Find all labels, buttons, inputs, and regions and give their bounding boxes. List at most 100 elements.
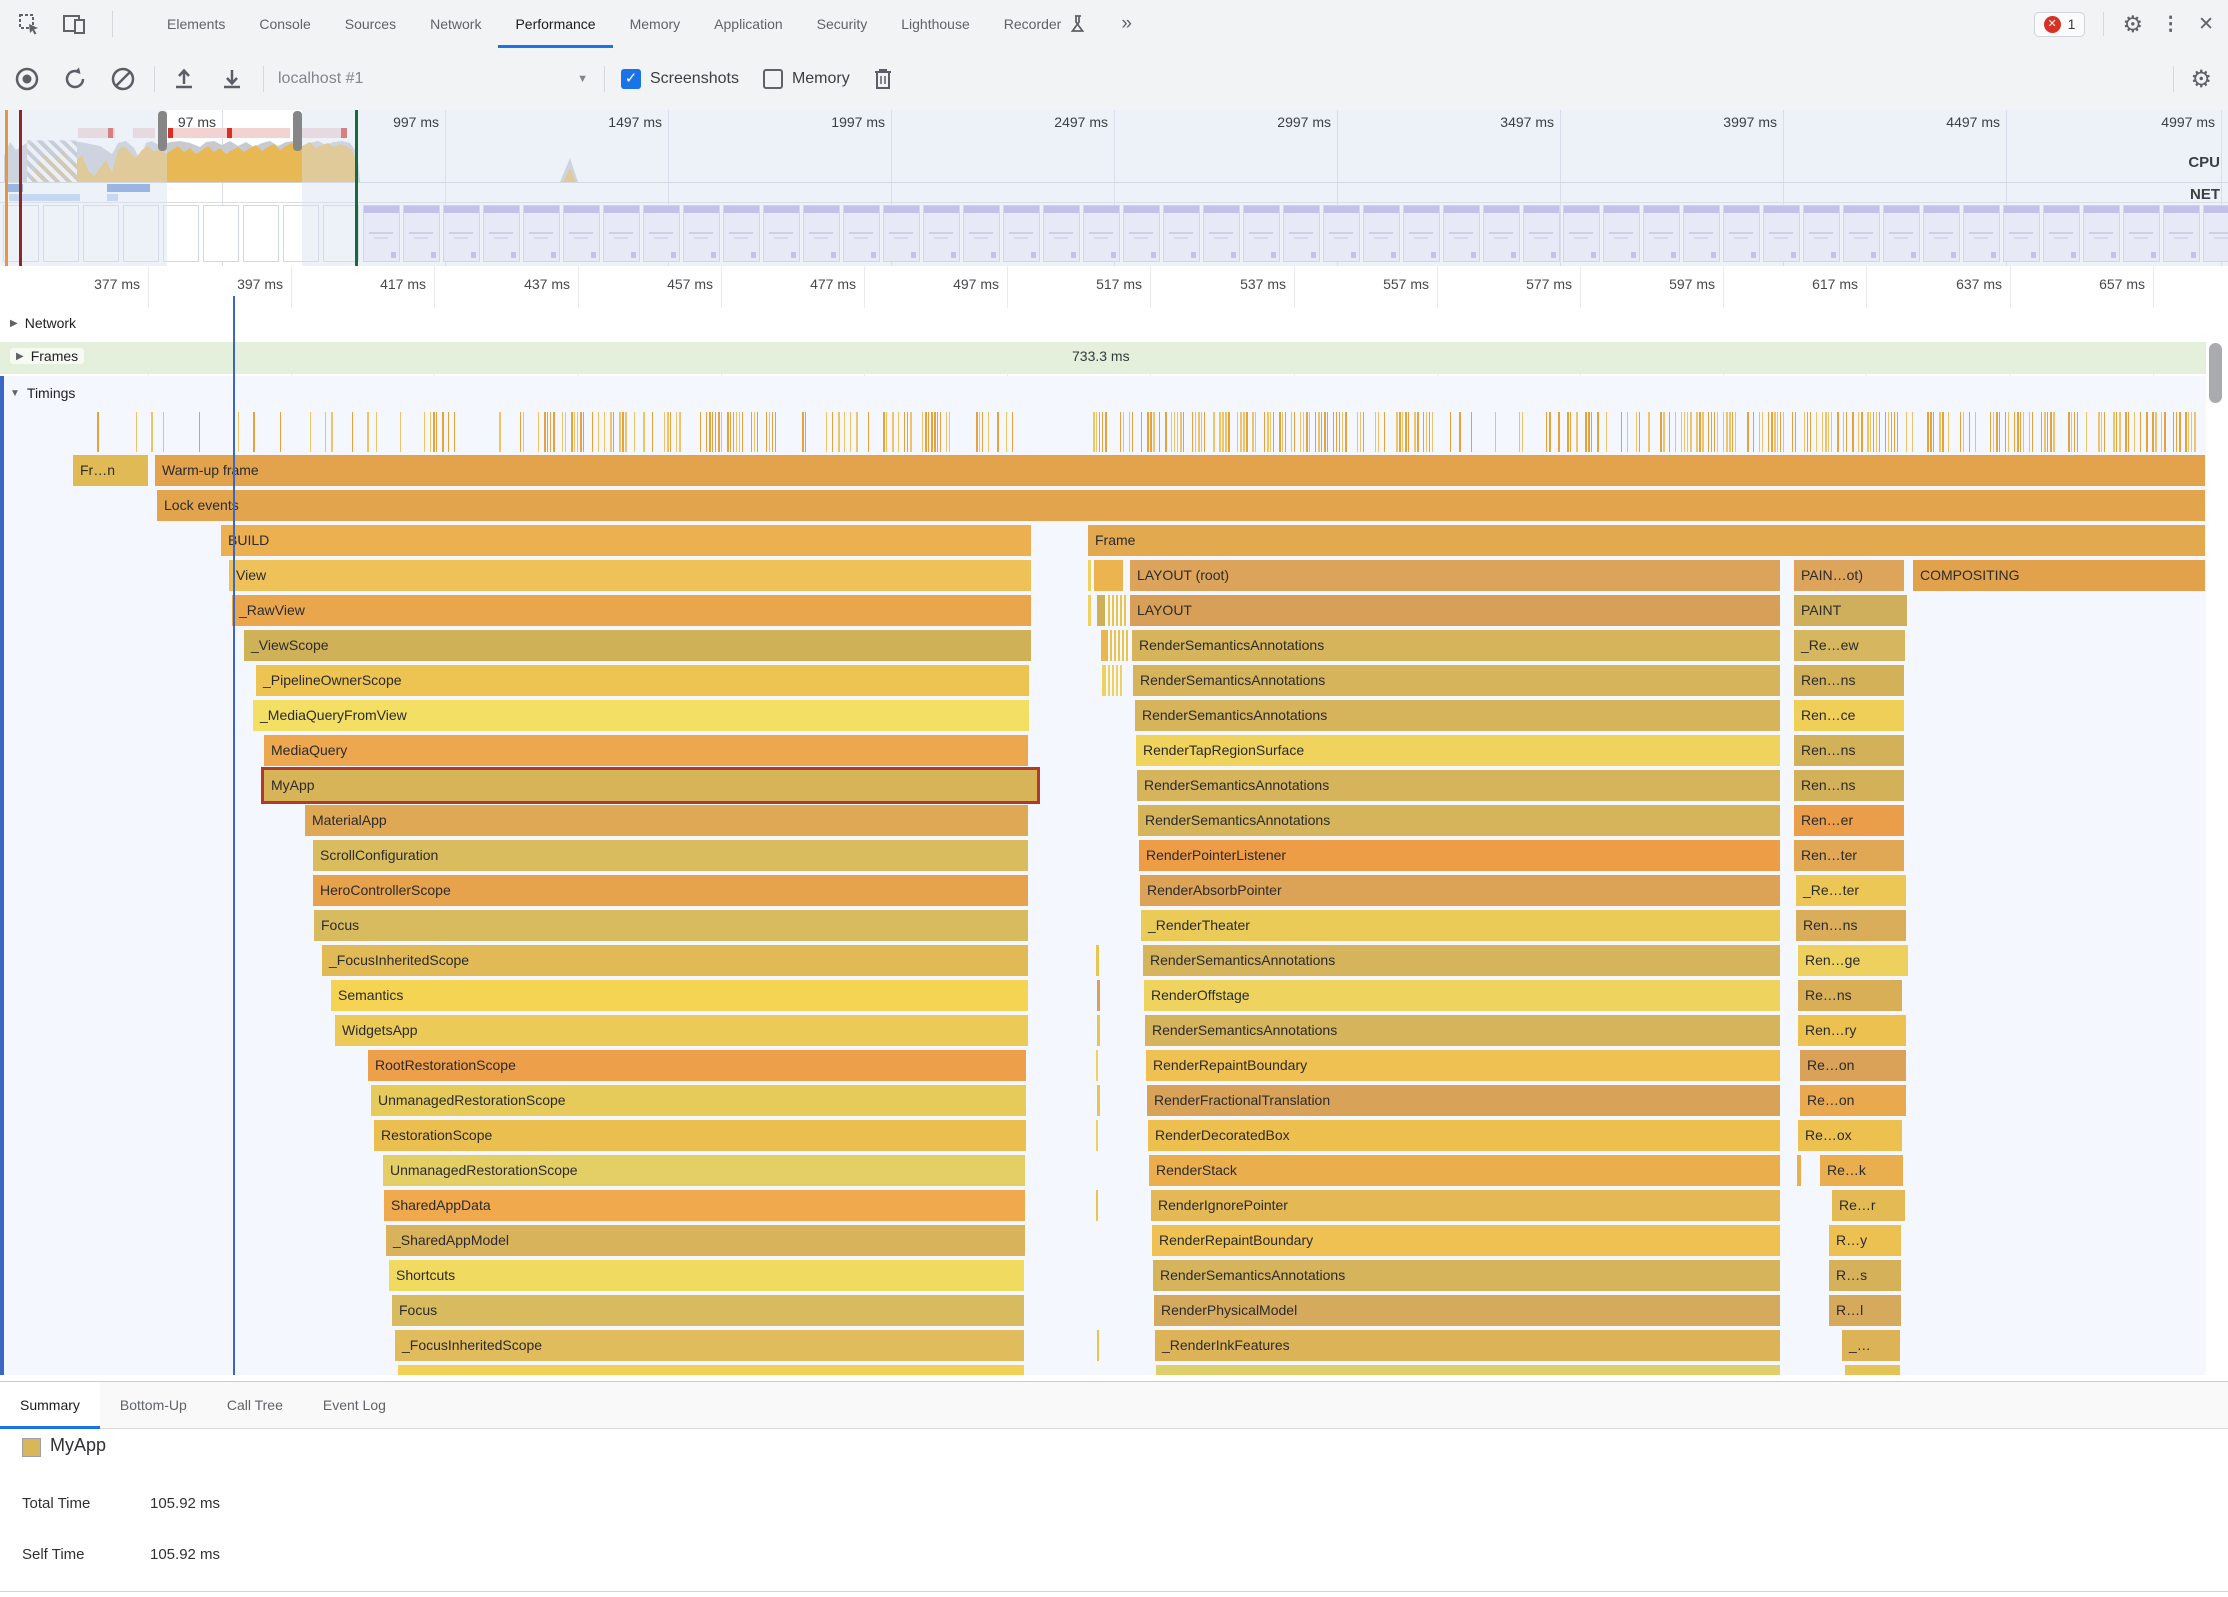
flame-event-rendersemanticsannotations[interactable]: RenderSemanticsAnnotations [1153,1260,1780,1291]
details-tab-event-log[interactable]: Event Log [303,1382,406,1428]
tab-lighthouse[interactable]: Lighthouse [884,0,987,48]
flame-event-sliver[interactable] [1116,595,1118,626]
flame-event-sliver[interactable] [1124,595,1126,626]
flame-event-renderrepaintboundary[interactable]: RenderRepaintBoundary [1146,1050,1780,1081]
error-badge[interactable]: ✕ 1 [2034,12,2086,37]
target-selector[interactable]: localhost #1 ▼ [278,70,588,88]
flame-event-sliver[interactable] [1110,630,1112,661]
flame-event-ren-ns[interactable]: Ren…ns [1794,665,1904,696]
flame-event-re-on[interactable]: Re…on [1800,1050,1906,1081]
flame-event-renderoffstage[interactable]: RenderOffstage [1144,980,1780,1011]
tab-console[interactable]: Console [242,0,327,48]
flame-event-rendertheater[interactable]: _RenderTheater [1141,910,1780,941]
clear-button[interactable] [106,62,140,96]
flame-event-sliver[interactable] [1097,595,1105,626]
flame-event-rendersemanticsannotations[interactable]: RenderSemanticsAnnotations [1132,630,1780,661]
screenshots-checkbox[interactable]: ✓ Screenshots [621,69,739,89]
flame-event-build[interactable]: BUILD [221,525,1031,556]
capture-settings-gear-icon[interactable]: ⚙ [2190,65,2212,94]
flame-event-sliver[interactable] [1116,665,1118,696]
flame-event-sliver[interactable] [1108,665,1110,696]
flame-event-frame[interactable]: Frame [1088,525,2205,556]
flame-event-materialapp[interactable]: MaterialApp [305,805,1028,836]
selection-handle-left[interactable] [158,111,167,151]
flame-event-rootrestorationscope[interactable]: RootRestorationScope [368,1050,1026,1081]
flame-event-ren-ns[interactable]: Ren…ns [1794,770,1904,801]
load-profile-icon[interactable] [167,62,201,96]
flame-event-scrollconfiguration[interactable]: ScrollConfiguration [313,840,1028,871]
flame-event-sliver[interactable] [1112,665,1114,696]
flame-event-view[interactable]: View [229,560,1031,591]
flame-event-compositing[interactable]: COMPOSITING [1913,560,2205,591]
tab-recorder[interactable]: Recorder [987,0,1105,48]
flame-event-renderinkfeatures[interactable]: _RenderInkFeatures [1155,1330,1780,1361]
flame-event-viewscope[interactable]: _ViewScope [244,630,1031,661]
flame-event-sliver[interactable] [1102,665,1106,696]
timeline-overview[interactable]: 97 ms997 ms1497 ms1997 ms2497 ms2997 ms3… [0,110,2228,267]
flame-event-sliver[interactable] [1097,980,1100,1011]
flame-event-mediaqueryfromview[interactable]: _MediaQueryFromView [253,700,1029,731]
flame-event-sliver[interactable] [1126,630,1128,661]
flame-event-ren-ce[interactable]: Ren…ce [1794,700,1904,731]
save-profile-icon[interactable] [215,62,249,96]
record-button[interactable] [10,62,44,96]
flame-event-r-s[interactable]: R…s [1829,1260,1901,1291]
flame-event-re-ns[interactable]: Re…ns [1798,980,1902,1011]
flame-event-semantics[interactable]: Semantics [331,980,1028,1011]
flame-event-paint[interactable]: PAINT [1794,595,1907,626]
flame-event-ren-er[interactable]: Ren…er [1794,805,1904,836]
flame-event-sliver[interactable] [1101,630,1108,661]
flame-event-fr-n[interactable]: Fr…n [73,455,148,486]
flame-event-renderfractionaltranslation[interactable]: RenderFractionalTranslation [1147,1085,1780,1116]
flame-event-ren-ter[interactable]: Ren…ter [1794,840,1904,871]
tab-performance[interactable]: Performance [498,0,612,48]
details-tab-call-tree[interactable]: Call Tree [207,1382,303,1428]
flame-event-sliver[interactable] [1845,1365,1900,1375]
flame-event-mediaquery[interactable]: MediaQuery [264,735,1028,766]
tab-memory[interactable]: Memory [613,0,698,48]
flame-event-renderignorepointer[interactable]: RenderIgnorePointer [1151,1190,1780,1221]
kebab-menu-icon[interactable]: ⋮ [2161,13,2180,36]
scrollbar-track[interactable] [2206,266,2228,1375]
flame-event-layout[interactable]: LAYOUT [1130,595,1780,626]
flame-event-r-l[interactable]: R…l [1829,1295,1901,1326]
flame-event-sharedappdata[interactable]: SharedAppData [384,1190,1025,1221]
frames-track[interactable]: ▶ Frames 733.3 ms [0,342,2206,374]
tab-elements[interactable]: Elements [150,0,242,48]
flame-event-sharedappmodel[interactable]: _SharedAppModel [386,1225,1025,1256]
scrollbar-thumb[interactable] [2209,343,2222,403]
flame-event-unmanagedrestorationscope[interactable]: UnmanagedRestorationScope [383,1155,1025,1186]
flame-event-sliver[interactable] [1122,630,1124,661]
details-tab-summary[interactable]: Summary [0,1382,100,1428]
flame-event-ren-ns[interactable]: Ren…ns [1796,910,1906,941]
flame-event-unmanagedrestorationscope[interactable]: UnmanagedRestorationScope [371,1085,1026,1116]
flame-event-renderabsorbpointer[interactable]: RenderAbsorbPointer [1140,875,1780,906]
flame-event-pipelineownerscope[interactable]: _PipelineOwnerScope [256,665,1029,696]
reload-and-record-button[interactable] [58,62,92,96]
flame-event-focusinheritedscope[interactable]: _FocusInheritedScope [395,1330,1024,1361]
flame-event-rendersemanticsannotations[interactable]: RenderSemanticsAnnotations [1133,665,1780,696]
flame-event-[interactable]: _… [1842,1330,1900,1361]
tab-security[interactable]: Security [800,0,885,48]
flame-event-layout-root[interactable]: LAYOUT (root) [1130,560,1780,591]
selection-handle-right[interactable] [293,111,302,151]
flame-event-sliver[interactable] [1097,1085,1100,1116]
flame-event-ren-ge[interactable]: Ren…ge [1798,945,1908,976]
flame-event-rendersemanticsannotations[interactable]: RenderSemanticsAnnotations [1143,945,1780,976]
flame-event-sliver[interactable] [1114,630,1116,661]
flame-event-sliver[interactable] [1096,1120,1098,1151]
flame-event-renderrepaintboundary[interactable]: RenderRepaintBoundary [1152,1225,1780,1256]
flame-event-sliver[interactable] [1108,595,1110,626]
flame-event-sliver[interactable] [1112,595,1114,626]
flame-event-widgetsapp[interactable]: WidgetsApp [335,1015,1028,1046]
disclosure-expanded-icon[interactable]: ▼ [10,388,20,399]
flame-event-sliver[interactable] [1120,595,1122,626]
playhead-line[interactable] [233,296,235,1375]
flame-event-re-ter[interactable]: _Re…ter [1796,875,1906,906]
flame-event-renderphysicalmodel[interactable]: RenderPhysicalModel [1154,1295,1780,1326]
close-icon[interactable]: ✕ [2198,13,2214,36]
more-tabs-chevron[interactable]: » [1104,0,1149,48]
trash-icon[interactable] [866,62,900,96]
flame-event-semantics[interactable]: Semantics [398,1365,1024,1375]
flame-event-rendercustommultichildlayoutbox[interactable]: RenderCustomMultiChildLayoutBox [1156,1365,1780,1375]
